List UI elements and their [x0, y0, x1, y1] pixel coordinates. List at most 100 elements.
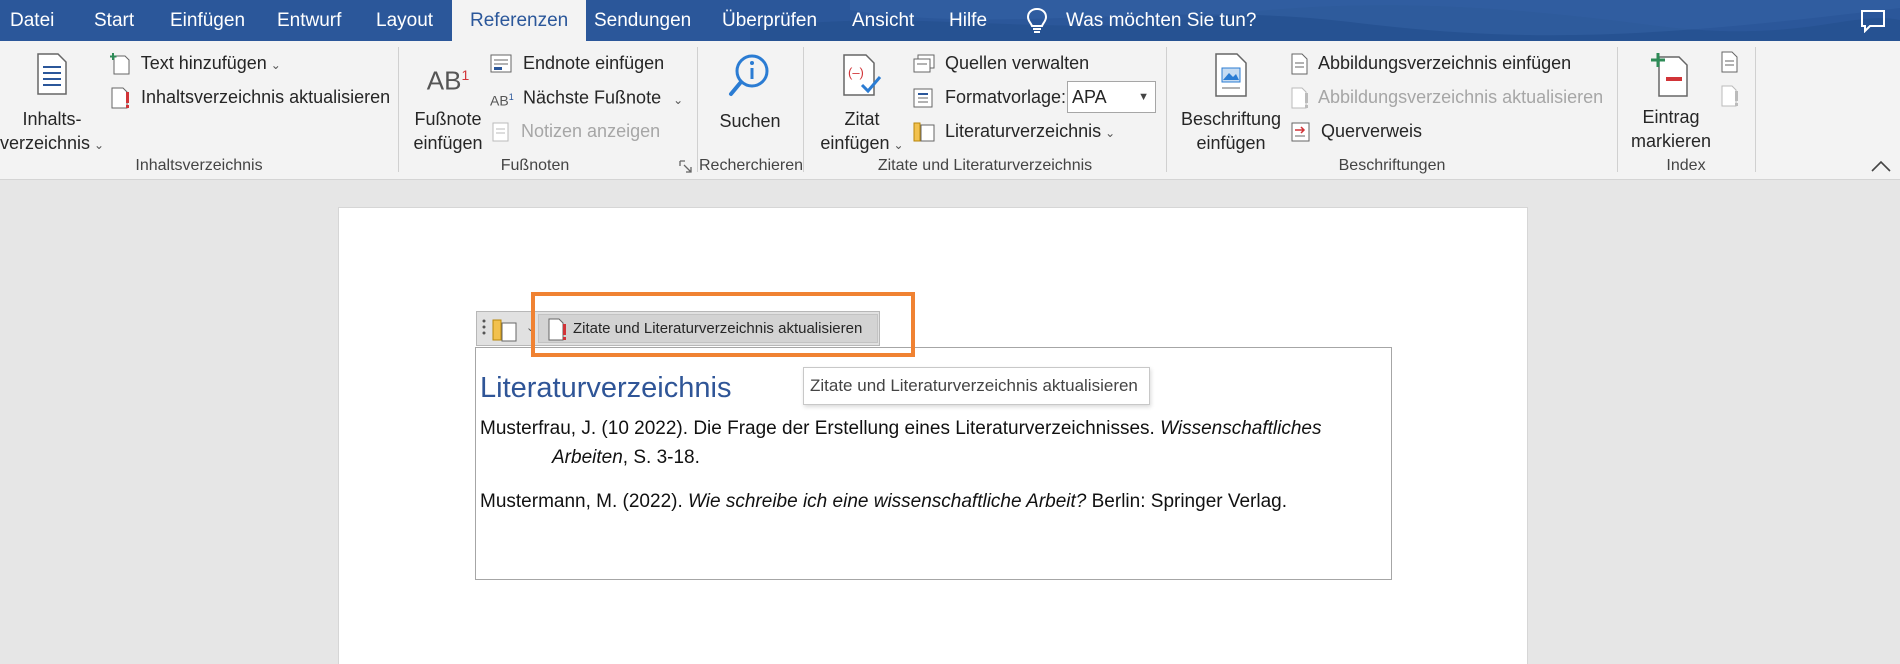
- update-tof-icon: [1291, 87, 1308, 109]
- bibliography-icon: [913, 122, 935, 142]
- update-toc-label: Inhaltsverzeichnis aktualisieren: [141, 87, 391, 107]
- bibliography-label: Literaturverzeichnis: [945, 121, 1102, 141]
- group-label-toc: Inhaltsverzeichnis: [135, 157, 263, 174]
- insert-tof-icon: [1291, 53, 1308, 75]
- tab-layout[interactable]: Layout: [376, 0, 433, 41]
- insert-index-icon[interactable]: [1720, 51, 1740, 73]
- toc-label-2: verzeichnis ⌄: [0, 133, 105, 153]
- next-footnote-icon: AB1: [490, 92, 514, 109]
- caption-icon: [1215, 53, 1247, 97]
- insert-tof-label: Abbildungsverzeichnis einfügen: [1318, 53, 1572, 73]
- cross-reference-icon: [1291, 122, 1310, 142]
- tab-start[interactable]: Start: [94, 0, 134, 41]
- mark-entry-label-1: Eintrag: [1642, 107, 1700, 127]
- bibliography-heading: Literaturverzeichnis: [480, 372, 732, 404]
- group-label-citations: Zitate und Literaturverzeichnis: [877, 157, 1093, 174]
- update-index-icon[interactable]: [1720, 85, 1740, 107]
- toc-button[interactable]: Inhalts- verzeichnis ⌄: [0, 53, 104, 157]
- style-label-row: Formatvorlage:: [912, 83, 1066, 111]
- menu-bar: Datei Start Einfügen Entwurf Layout Refe…: [0, 0, 1900, 41]
- update-tof-button[interactable]: Abbildungsverzeichnis aktualisieren: [1290, 83, 1603, 111]
- tab-entwurf[interactable]: Entwurf: [277, 0, 341, 41]
- style-icon: [913, 88, 933, 108]
- search-button[interactable]: Suchen: [710, 51, 790, 133]
- cross-reference-button[interactable]: Querverweis: [1290, 117, 1422, 145]
- mark-entry-icon: [1651, 53, 1688, 97]
- tab-datei[interactable]: Datei: [10, 0, 54, 41]
- tab-ueberpruefen[interactable]: Überprüfen: [722, 0, 817, 41]
- collapse-ribbon-icon[interactable]: [1870, 158, 1892, 174]
- endnote-icon: [490, 54, 512, 73]
- footnote-icon: AB1: [426, 65, 470, 96]
- add-text-icon: [110, 53, 130, 75]
- style-dropdown-value: APA: [1072, 87, 1107, 107]
- search-label: Suchen: [719, 111, 781, 131]
- insert-citation-button[interactable]: (–) Zitat einfügen ⌄: [812, 53, 912, 157]
- bibliography-entry-2: Mustermann, M. (2022). Wie schreibe ich …: [480, 491, 1288, 512]
- title-bar-pattern: [750, 0, 1900, 41]
- tooltip: Zitate und Literaturverzeichnis aktualis…: [803, 367, 1150, 405]
- group-label-index: Index: [1666, 157, 1706, 174]
- tab-einfuegen[interactable]: Einfügen: [170, 0, 245, 41]
- group-label-captions: Beschriftungen: [1338, 157, 1446, 174]
- manage-sources-icon: [913, 54, 935, 73]
- next-footnote-label: Nächste Fußnote: [523, 87, 662, 108]
- bibliography-button[interactable]: Literaturverzeichnis ⌄: [912, 117, 1115, 145]
- footnote-label-1: Fußnote: [414, 108, 482, 129]
- group-separator: [1166, 47, 1167, 172]
- toc-label-1: Inhalts-: [22, 109, 82, 129]
- chevron-down-icon: ▼: [1138, 91, 1149, 103]
- tab-sendungen[interactable]: Sendungen: [594, 0, 691, 41]
- show-notes-label: Notizen anzeigen: [521, 121, 661, 141]
- insert-endnote-button[interactable]: Endnote einfügen: [490, 49, 664, 77]
- citation-icon: (–): [843, 54, 882, 96]
- insert-tof-button[interactable]: Abbildungsverzeichnis einfügen: [1290, 49, 1571, 77]
- tab-ansicht[interactable]: Ansicht: [852, 0, 914, 41]
- citation-label-2: einfügen ⌄: [820, 133, 904, 153]
- citation-label-1: Zitat: [844, 109, 880, 129]
- toc-icon: [37, 53, 67, 95]
- bibliography-entry-1-line-1: Musterfrau, J. (10 2022). Die Frage der …: [480, 418, 1322, 439]
- cross-reference-label: Querverweis: [1321, 121, 1423, 141]
- endnote-label: Endnote einfügen: [523, 53, 665, 73]
- update-toc-icon: [111, 87, 129, 109]
- highlight-box: [531, 292, 915, 357]
- mark-entry-label-2: markieren: [1630, 131, 1712, 151]
- group-label-research: Recherchieren: [699, 157, 804, 174]
- caption-label-2: einfügen: [1196, 133, 1266, 153]
- bibliography-entry-1-line-2: Arbeiten, S. 3-18.: [552, 447, 700, 468]
- group-separator: [697, 47, 698, 172]
- mark-entry-button[interactable]: Eintrag markieren: [1626, 51, 1716, 153]
- tab-hilfe[interactable]: Hilfe: [949, 0, 987, 41]
- tab-referenzen[interactable]: Referenzen: [452, 0, 587, 41]
- svg-text:(–): (–): [848, 65, 864, 80]
- group-separator: [1755, 47, 1756, 172]
- manage-sources-button[interactable]: Quellen verwalten: [912, 49, 1089, 77]
- insert-footnote-button[interactable]: AB1 Fußnote einfügen: [408, 55, 488, 155]
- insert-caption-button[interactable]: Beschriftung einfügen: [1176, 53, 1286, 155]
- group-label-footnotes: Fußnoten: [500, 157, 570, 174]
- update-tof-label: Abbildungsverzeichnis aktualisieren: [1318, 87, 1604, 107]
- show-notes-icon: [492, 122, 509, 142]
- dialog-launcher-icon[interactable]: [679, 160, 693, 174]
- bibliography-options-icon[interactable]: [491, 317, 521, 343]
- drag-handle-icon[interactable]: [482, 318, 486, 340]
- group-separator: [1617, 47, 1618, 172]
- lightbulb-icon[interactable]: [1024, 7, 1050, 35]
- footnote-label-2: einfügen: [413, 132, 483, 153]
- caption-label-1: Beschriftung: [1180, 109, 1282, 129]
- group-separator: [803, 47, 804, 172]
- comments-icon[interactable]: [1860, 9, 1886, 33]
- style-dropdown[interactable]: APA ▼: [1067, 81, 1156, 113]
- show-notes-button[interactable]: Notizen anzeigen: [490, 117, 660, 145]
- style-label: Formatvorlage:: [945, 87, 1067, 107]
- update-toc-button[interactable]: Inhaltsverzeichnis aktualisieren: [110, 83, 390, 111]
- tell-me-search[interactable]: Was möchten Sie tun?: [1066, 0, 1256, 41]
- add-text-label: Text hinzufügen: [140, 53, 267, 73]
- next-footnote-button[interactable]: AB1 Nächste Fußnote ⌄: [490, 83, 683, 111]
- manage-sources-label: Quellen verwalten: [945, 53, 1090, 73]
- add-text-button[interactable]: Text hinzufügen ⌄: [110, 49, 281, 77]
- group-separator: [398, 47, 399, 172]
- search-info-icon: [729, 54, 769, 96]
- ribbon: Inhalts- verzeichnis ⌄ Text hinzufügen ⌄ I…: [0, 41, 1900, 180]
